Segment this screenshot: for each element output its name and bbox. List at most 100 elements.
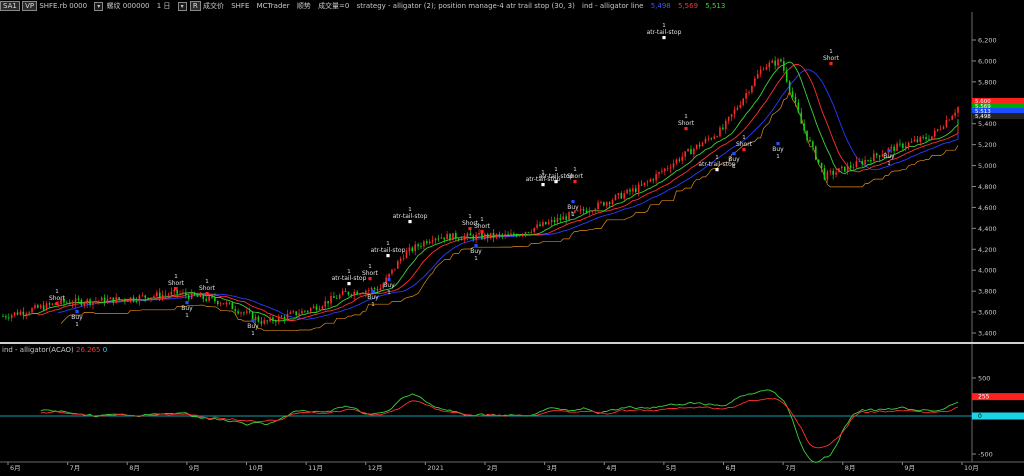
candle-body <box>428 241 431 244</box>
candle-body <box>492 232 495 238</box>
candle-body <box>829 170 832 172</box>
candle-body <box>193 292 196 296</box>
candle-body <box>344 291 347 293</box>
signal-marker[interactable] <box>368 277 372 281</box>
signal-marker[interactable] <box>75 310 79 314</box>
candle-body <box>42 305 45 310</box>
signal-count: 1 <box>251 331 255 337</box>
candle-body <box>722 127 724 130</box>
signal-marker[interactable] <box>541 183 545 187</box>
signal-marker[interactable] <box>573 180 577 184</box>
signal-marker[interactable] <box>887 149 891 153</box>
candle-body <box>405 251 408 259</box>
time-tick-label: 3月 <box>547 464 558 472</box>
candle-body <box>846 165 849 172</box>
candle-body <box>585 210 588 213</box>
signal-marker[interactable] <box>185 301 189 305</box>
signal-label: Buy <box>728 156 740 163</box>
signal-label: Short <box>362 270 379 277</box>
candle-body <box>51 303 54 305</box>
candle-body <box>202 294 205 300</box>
candle-body <box>161 294 164 298</box>
candle-body <box>484 234 486 239</box>
time-tick-label: 10月 <box>964 464 979 472</box>
signal-marker[interactable] <box>205 292 209 296</box>
signal-label: Buy <box>383 282 395 289</box>
signal-marker[interactable] <box>571 200 575 204</box>
candle-body <box>109 297 112 299</box>
signal-count: 1 <box>408 207 412 213</box>
candle-body <box>681 156 684 161</box>
price-chart[interactable]: 6,2006,0005,8005,6005,4005,2005,0004,800… <box>0 0 1024 476</box>
candle-body <box>637 184 640 192</box>
candle-body <box>196 295 199 297</box>
candle-body <box>106 298 109 303</box>
last-price-labels: 5,6005,5695,5135,498 <box>972 98 1024 120</box>
signal-count: 1 <box>887 161 891 167</box>
candle-body <box>783 61 785 71</box>
candle-body <box>661 171 663 173</box>
candle-body <box>356 291 358 295</box>
candle-body <box>780 59 782 62</box>
signal-marker[interactable] <box>174 287 178 291</box>
candle-body <box>80 299 83 306</box>
candle-body <box>626 189 628 194</box>
candle-body <box>185 292 187 296</box>
time-tick-label: 6月 <box>10 464 21 472</box>
signal-marker[interactable] <box>474 244 478 248</box>
signal-marker[interactable] <box>387 278 391 282</box>
price-tick-label: 4,400 <box>978 225 997 233</box>
candle-body <box>92 301 94 305</box>
candle-body <box>707 138 710 140</box>
candle-body <box>684 151 686 157</box>
signal-count: 1 <box>480 217 484 223</box>
candle-body <box>127 300 129 302</box>
signal-marker[interactable] <box>386 254 390 258</box>
price-tick-label: 4,200 <box>978 246 997 254</box>
candle-body <box>632 188 634 192</box>
signal-marker[interactable] <box>662 36 666 40</box>
signal-marker[interactable] <box>408 220 412 224</box>
signal-marker[interactable] <box>742 148 746 152</box>
candle-body <box>945 119 948 127</box>
candle-body <box>771 60 774 63</box>
signal-marker[interactable] <box>732 152 736 156</box>
candle-body <box>643 182 646 186</box>
candle-body <box>141 295 144 297</box>
signal-label: atr-tail-stop <box>647 29 682 36</box>
candle-body <box>730 114 733 117</box>
candle-body <box>838 168 840 173</box>
signal-marker[interactable] <box>829 62 833 66</box>
signal-count: 1 <box>732 164 736 170</box>
candle-body <box>275 321 277 323</box>
signal-marker[interactable] <box>715 168 719 172</box>
signal-marker[interactable] <box>347 282 351 286</box>
candle-body <box>469 233 472 236</box>
candle-body <box>359 293 361 295</box>
candle-body <box>414 244 416 252</box>
signal-marker[interactable] <box>684 127 688 131</box>
signal-marker[interactable] <box>251 319 255 323</box>
sub-indicator-lines <box>0 389 972 463</box>
candle-body <box>890 146 893 149</box>
candle-body <box>286 313 289 320</box>
candle-body <box>217 301 219 305</box>
signal-marker[interactable] <box>55 302 59 306</box>
signal-marker[interactable] <box>480 230 484 234</box>
sub-value-cyan: 0 <box>102 346 108 354</box>
signal-label: Buy <box>772 146 784 153</box>
sub-panel-title[interactable]: ind - alligator(ACAO) 26.265 0 <box>2 346 107 355</box>
candle-body <box>431 240 434 242</box>
candle-body <box>539 224 541 227</box>
candle-body <box>951 115 953 120</box>
signal-marker[interactable] <box>776 142 780 146</box>
signal-marker[interactable] <box>468 227 472 231</box>
candle-body <box>687 149 689 152</box>
candle-body <box>190 292 193 299</box>
candle-body <box>579 209 582 211</box>
signal-marker[interactable] <box>371 290 375 294</box>
candle-body <box>669 167 672 169</box>
candle-body <box>873 153 875 162</box>
candle-body <box>19 311 22 315</box>
candle-body <box>306 311 309 312</box>
